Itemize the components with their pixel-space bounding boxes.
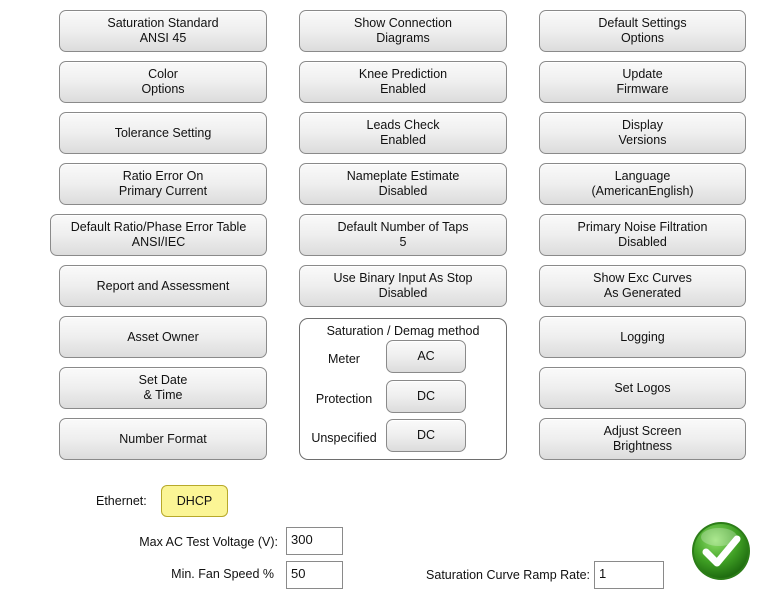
button-line2: Options bbox=[620, 31, 665, 45]
button-line1: Primary Noise Filtration bbox=[577, 220, 708, 234]
show-exc-curves-button[interactable]: Show Exc Curves As Generated bbox=[539, 265, 746, 307]
min-fan-speed-input[interactable]: 50 bbox=[286, 561, 343, 589]
button-line2: Disabled bbox=[378, 286, 428, 300]
button-line1: Ratio Error On bbox=[122, 169, 204, 183]
checkmark-ok-icon[interactable] bbox=[691, 521, 751, 581]
button-line1: Use Binary Input As Stop bbox=[333, 271, 473, 285]
button-line2: Enabled bbox=[380, 133, 426, 147]
button-line1: Default Ratio/Phase Error Table bbox=[70, 220, 247, 234]
protection-method-button[interactable]: DC bbox=[386, 380, 466, 413]
color-options-button[interactable]: Color Options bbox=[59, 61, 267, 103]
number-format-button[interactable]: Number Format bbox=[59, 418, 267, 460]
button-line1: Color bbox=[148, 67, 178, 81]
ethernet-dhcp-button[interactable]: DHCP bbox=[161, 485, 228, 517]
method-value: AC bbox=[417, 349, 435, 363]
asset-owner-button[interactable]: Asset Owner bbox=[59, 316, 267, 358]
default-ratio-phase-error-table-button[interactable]: Default Ratio/Phase Error Table ANSI/IEC bbox=[50, 214, 267, 256]
button-line1: Display bbox=[622, 118, 663, 132]
button-line2: Diagrams bbox=[376, 31, 430, 45]
button-line2: ANSI/IEC bbox=[131, 235, 186, 249]
button-line1: Default Settings bbox=[598, 16, 687, 30]
button-line1: Nameplate Estimate bbox=[346, 169, 460, 183]
button-line1: Language bbox=[614, 169, 671, 183]
button-line1: Asset Owner bbox=[127, 329, 199, 344]
method-value: DC bbox=[416, 428, 436, 442]
button-line2: Options bbox=[141, 82, 185, 96]
ramp-rate-input[interactable]: 1 bbox=[594, 561, 664, 589]
meter-label: Meter bbox=[328, 352, 360, 366]
button-line2: As Generated bbox=[603, 286, 682, 300]
adjust-screen-brightness-button[interactable]: Adjust Screen Brightness bbox=[539, 418, 746, 460]
binary-input-stop-button[interactable]: Use Binary Input As Stop Disabled bbox=[299, 265, 507, 307]
button-line1: Report and Assessment bbox=[96, 278, 230, 293]
button-line1: Adjust Screen bbox=[603, 424, 682, 438]
ratio-error-button[interactable]: Ratio Error On Primary Current bbox=[59, 163, 267, 205]
button-line2: Disabled bbox=[618, 235, 667, 249]
button-line2: Versions bbox=[618, 133, 667, 147]
button-line1: Number Format bbox=[119, 431, 207, 446]
button-line2: (AmericanEnglish) bbox=[591, 184, 694, 198]
meter-method-button[interactable]: AC bbox=[386, 340, 466, 373]
button-line1: Knee Prediction bbox=[358, 67, 448, 81]
button-line2: & Time bbox=[143, 388, 183, 402]
leads-check-button[interactable]: Leads Check Enabled bbox=[299, 112, 507, 154]
button-line1: Default Number of Taps bbox=[337, 220, 469, 234]
button-line1: Show Exc Curves bbox=[593, 271, 692, 285]
report-and-assessment-button[interactable]: Report and Assessment bbox=[59, 265, 267, 307]
set-date-time-button[interactable]: Set Date & Time bbox=[59, 367, 267, 409]
ramp-rate-label: Saturation Curve Ramp Rate: bbox=[426, 568, 590, 582]
method-value: DC bbox=[416, 389, 436, 403]
saturation-demag-title: Saturation / Demag method bbox=[326, 324, 480, 338]
unspecified-label: Unspecified bbox=[311, 431, 377, 445]
button-line2: Disabled bbox=[378, 184, 428, 198]
button-line1: Logging bbox=[620, 329, 665, 344]
button-line1: Leads Check bbox=[366, 118, 440, 132]
nameplate-estimate-button[interactable]: Nameplate Estimate Disabled bbox=[299, 163, 507, 205]
button-line1: Set Logos bbox=[614, 380, 671, 395]
language-button[interactable]: Language (AmericanEnglish) bbox=[539, 163, 746, 205]
ethernet-label: Ethernet: bbox=[96, 494, 147, 508]
button-line1: Set Date bbox=[138, 373, 188, 387]
saturation-standard-button[interactable]: Saturation Standard ANSI 45 bbox=[59, 10, 267, 52]
set-logos-button[interactable]: Set Logos bbox=[539, 367, 746, 409]
protection-label: Protection bbox=[315, 392, 373, 406]
button-line2: Brightness bbox=[612, 439, 673, 453]
logging-button[interactable]: Logging bbox=[539, 316, 746, 358]
button-line2: Primary Current bbox=[118, 184, 208, 198]
max-ac-voltage-label: Max AC Test Voltage (V): bbox=[139, 535, 278, 549]
dhcp-value: DHCP bbox=[176, 494, 213, 508]
unspecified-method-button[interactable]: DC bbox=[386, 419, 466, 452]
update-firmware-button[interactable]: Update Firmware bbox=[539, 61, 746, 103]
button-line2: Firmware bbox=[616, 82, 669, 96]
primary-noise-filtration-button[interactable]: Primary Noise Filtration Disabled bbox=[539, 214, 746, 256]
knee-prediction-button[interactable]: Knee Prediction Enabled bbox=[299, 61, 507, 103]
button-line2: ANSI 45 bbox=[139, 31, 187, 45]
min-fan-speed-label: Min. Fan Speed % bbox=[171, 567, 274, 581]
default-number-of-taps-button[interactable]: Default Number of Taps 5 bbox=[299, 214, 507, 256]
button-line1: Show Connection bbox=[354, 16, 452, 30]
button-line1: Tolerance Setting bbox=[114, 125, 212, 140]
button-line1: Saturation Standard bbox=[107, 16, 219, 30]
saturation-demag-group: Saturation / Demag method Meter AC Prote… bbox=[299, 318, 507, 460]
tolerance-setting-button[interactable]: Tolerance Setting bbox=[59, 112, 267, 154]
display-versions-button[interactable]: Display Versions bbox=[539, 112, 746, 154]
max-ac-voltage-input[interactable]: 300 bbox=[286, 527, 343, 555]
button-line2: 5 bbox=[399, 235, 407, 249]
show-connection-diagrams-button[interactable]: Show Connection Diagrams bbox=[299, 10, 507, 52]
default-settings-options-button[interactable]: Default Settings Options bbox=[539, 10, 746, 52]
button-line1: Update bbox=[622, 67, 663, 81]
button-line2: Enabled bbox=[380, 82, 426, 96]
